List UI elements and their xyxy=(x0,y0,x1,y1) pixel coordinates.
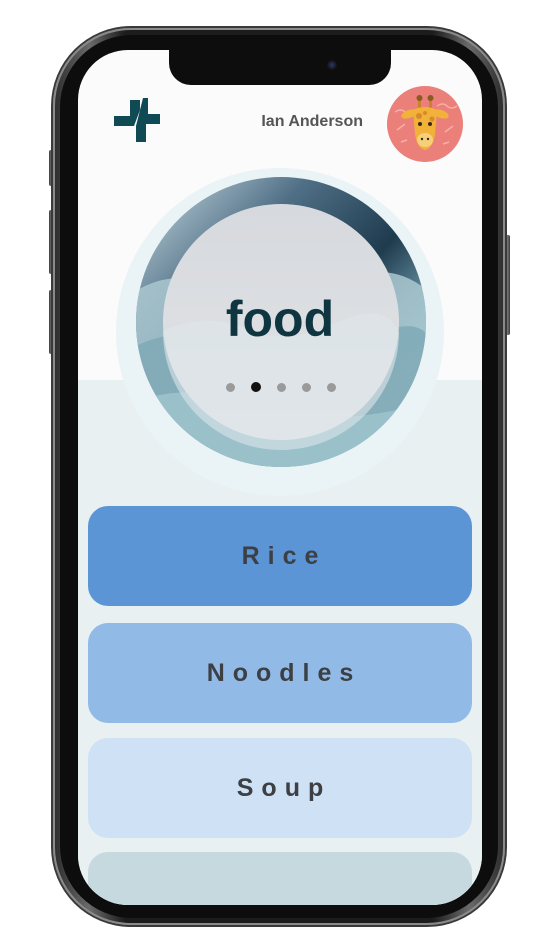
front-camera-icon xyxy=(327,60,337,70)
pager-dot[interactable] xyxy=(277,382,286,392)
user-avatar[interactable] xyxy=(387,86,463,162)
option-rice-button[interactable]: Rice xyxy=(88,506,472,606)
category-title: food xyxy=(225,291,335,347)
pager-dot[interactable] xyxy=(327,382,336,392)
giraffe-avatar-icon xyxy=(394,95,458,150)
app-screen: Ian Anderson food Rice Noodles Soup xyxy=(78,50,482,905)
device-notch xyxy=(169,50,391,85)
power-button xyxy=(505,235,510,335)
medical-cross-logo-icon[interactable] xyxy=(112,96,162,146)
device-mockup: Ian Anderson food Rice Noodles Soup xyxy=(0,0,550,950)
pager-dots[interactable] xyxy=(226,381,336,393)
option-noodles-button[interactable]: Noodles xyxy=(88,623,472,723)
pager-dot[interactable] xyxy=(302,382,311,392)
option-label: Soup xyxy=(236,773,332,802)
pager-dot-active[interactable] xyxy=(251,382,261,392)
user-name[interactable]: Ian Anderson xyxy=(238,113,363,131)
option-label: Rice xyxy=(241,541,327,570)
option-soup-button[interactable]: Soup xyxy=(88,738,472,838)
pager-dot[interactable] xyxy=(226,382,235,392)
option-label: Noodles xyxy=(206,658,362,687)
option-next-button[interactable] xyxy=(88,852,472,905)
